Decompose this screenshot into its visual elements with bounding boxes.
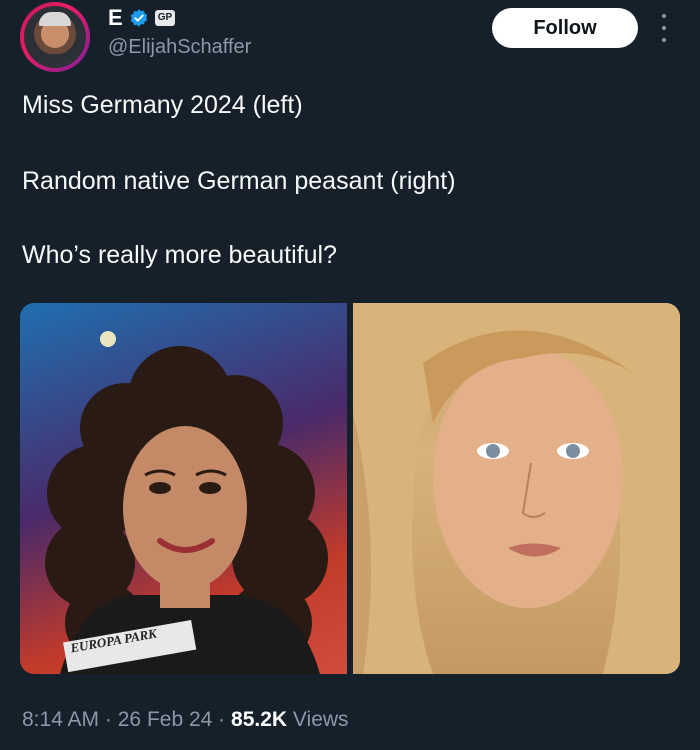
tweet-time[interactable]: 8:14 AM [22, 708, 99, 731]
avatar-photo [24, 6, 86, 68]
more-dot [662, 26, 666, 30]
tweet-text-line-1: Miss Germany 2024 (left) [22, 91, 303, 119]
tweet-media[interactable]: EUROPA PARK [20, 303, 680, 674]
media-image-right[interactable] [353, 303, 680, 674]
meta-separator: · [104, 708, 112, 731]
media-image-left[interactable]: EUROPA PARK [20, 303, 347, 674]
tweet-text-line-3: Who’s really more beautiful? [22, 241, 337, 269]
tweet-date[interactable]: 26 Feb 24 [118, 708, 213, 731]
more-dot [662, 38, 666, 42]
views-count[interactable]: 85.2K [231, 708, 287, 731]
affiliate-badge[interactable]: GP [154, 10, 176, 26]
display-name[interactable]: E [108, 6, 123, 30]
verified-icon[interactable] [129, 8, 149, 28]
author-name-row: E GP [108, 6, 176, 30]
views-label: Views [292, 708, 349, 731]
meta-separator: · [218, 708, 226, 731]
follow-button[interactable]: Follow [492, 8, 638, 48]
more-options-icon[interactable] [658, 14, 670, 42]
shirt-shape [30, 54, 80, 68]
author-handle[interactable]: @ElijahSchaffer [108, 36, 251, 59]
cap-shape [39, 12, 71, 26]
tweet-text-line-2: Random native German peasant (right) [22, 167, 456, 195]
tweet-meta: 8:14 AM · 26 Feb 24 · 85.2K Views [22, 708, 349, 732]
avatar[interactable] [20, 2, 90, 72]
more-dot [662, 14, 666, 18]
